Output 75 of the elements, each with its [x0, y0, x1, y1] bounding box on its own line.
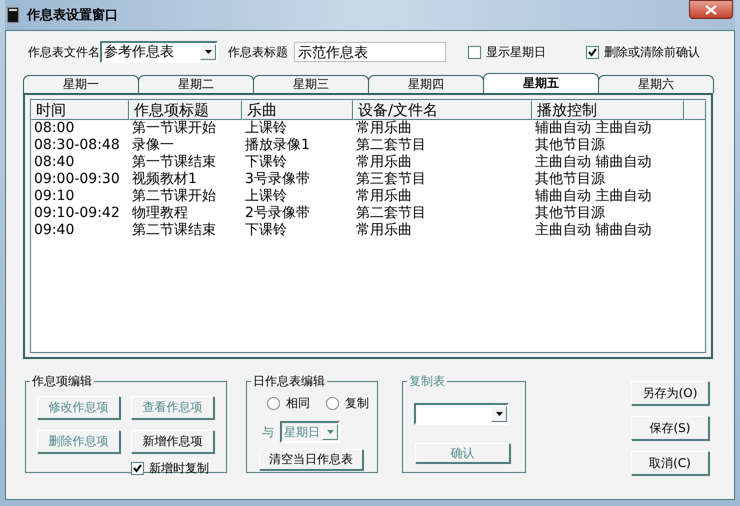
action-button[interactable]: 取消(C)	[631, 451, 709, 475]
table-cell-text: 播放录像1	[244, 137, 311, 154]
checkbox[interactable]	[586, 46, 599, 58]
table-cell-text: 辅曲自动 主曲自动	[534, 188, 652, 205]
table-cell-text: 第二节课结束	[131, 222, 217, 239]
edit-button[interactable]: 新增作息项	[131, 430, 214, 453]
group-title: 作息项编辑	[31, 373, 93, 390]
table-cell-text: 其他节目源	[534, 137, 606, 154]
table-cell-text: 其他节目源	[534, 171, 606, 188]
table-cell-text: 09:10	[33, 188, 76, 205]
table-cell-text: 3号录像带	[244, 171, 311, 188]
dropdown-arrow-icon	[326, 430, 334, 434]
table-cell-text: 上课铃	[244, 188, 288, 205]
table-cell-text: 08:30-08:48	[33, 137, 121, 154]
title-field[interactable]: 示范作息表	[294, 42, 446, 62]
table-cell-text: 物理教程	[131, 205, 189, 222]
radio-label: 相同	[286, 395, 310, 412]
table-cell-text: 视频教材1	[131, 171, 198, 188]
table-cell-text: 录像一	[131, 137, 175, 154]
file-name-dropdown[interactable]: 参考作息表	[100, 41, 218, 63]
table-cell-text: 常用乐曲	[355, 154, 413, 171]
checkbox[interactable]	[131, 462, 144, 475]
action-button[interactable]: 另存为(O)	[631, 381, 709, 405]
tab[interactable]: 星期五	[483, 73, 599, 93]
table-cell-text: 08:00	[33, 120, 76, 137]
checkbox[interactable]	[468, 46, 481, 58]
title-label: 作息表标题	[228, 44, 288, 60]
table-cell-text: 辅曲自动 主曲自动	[534, 120, 652, 137]
table-cell-text: 下课铃	[244, 222, 288, 239]
radio-button[interactable]	[267, 397, 280, 410]
column-header[interactable]: 作息项标题	[129, 100, 242, 120]
column-header[interactable]: 时间	[31, 100, 129, 120]
radio-button[interactable]	[326, 397, 339, 410]
table-cell-text: 第二节课开始	[131, 188, 217, 205]
table-cell-text: 第一节课结束	[131, 154, 217, 171]
dropdown-arrow-icon	[496, 412, 502, 416]
radio-label: 复制	[345, 395, 369, 412]
window-app-icon	[7, 7, 19, 23]
table-cell-text: 主曲自动 辅曲自动	[534, 154, 652, 171]
column-header[interactable]: 播放控制	[532, 100, 684, 120]
table-cell-text: 第一节课开始	[131, 120, 217, 137]
column-header[interactable]: 设备/文件名	[353, 100, 532, 120]
group-title: 复制表	[408, 373, 446, 390]
table-cell-text: 09:00-09:30	[33, 171, 121, 188]
dropdown-arrow-icon	[204, 50, 212, 54]
close-button[interactable]	[689, 0, 733, 19]
window-title: 作息表设置窗口	[27, 6, 118, 24]
copy-dropdown[interactable]	[414, 403, 509, 425]
table-cell-text: 09:40	[33, 222, 76, 239]
checkbox-label: 新增时复制	[149, 460, 209, 477]
tab[interactable]: 星期六	[598, 75, 714, 93]
table-cell-text: 常用乐曲	[355, 120, 413, 137]
table-cell-text: 下课铃	[244, 154, 288, 171]
file-name-label: 作息表文件名	[28, 44, 100, 60]
table-cell-text: 08:40	[33, 154, 76, 171]
table-cell-text: 09:10-09:42	[33, 205, 121, 222]
table-cell-text: 常用乐曲	[355, 222, 413, 239]
table-cell-text: 常用乐曲	[355, 188, 413, 205]
table-cell-text: 上课铃	[244, 120, 288, 137]
column-header[interactable]	[684, 100, 706, 120]
with-label: 与	[262, 424, 274, 440]
table-cell-text: 其他节目源	[534, 205, 606, 222]
table-cell-text: 第三套节目	[355, 171, 427, 188]
close-icon	[705, 4, 717, 14]
column-header[interactable]: 乐曲	[242, 100, 353, 120]
table-cell-text: 第二套节目	[355, 205, 427, 222]
table-cell-text: 主曲自动 辅曲自动	[534, 222, 652, 239]
tab[interactable]: 星期一	[23, 75, 139, 93]
checkbox-label: 显示星期日	[486, 44, 546, 60]
checkbox-label: 删除或清除前确认	[604, 44, 700, 60]
group-title: 日作息表编辑	[252, 373, 326, 390]
table-cell-text: 2号录像带	[244, 205, 311, 222]
clear-button[interactable]: 清空当日作息表	[259, 449, 363, 470]
table-cell-text: 第二套节目	[355, 137, 427, 154]
action-button[interactable]: 保存(S)	[631, 416, 709, 440]
